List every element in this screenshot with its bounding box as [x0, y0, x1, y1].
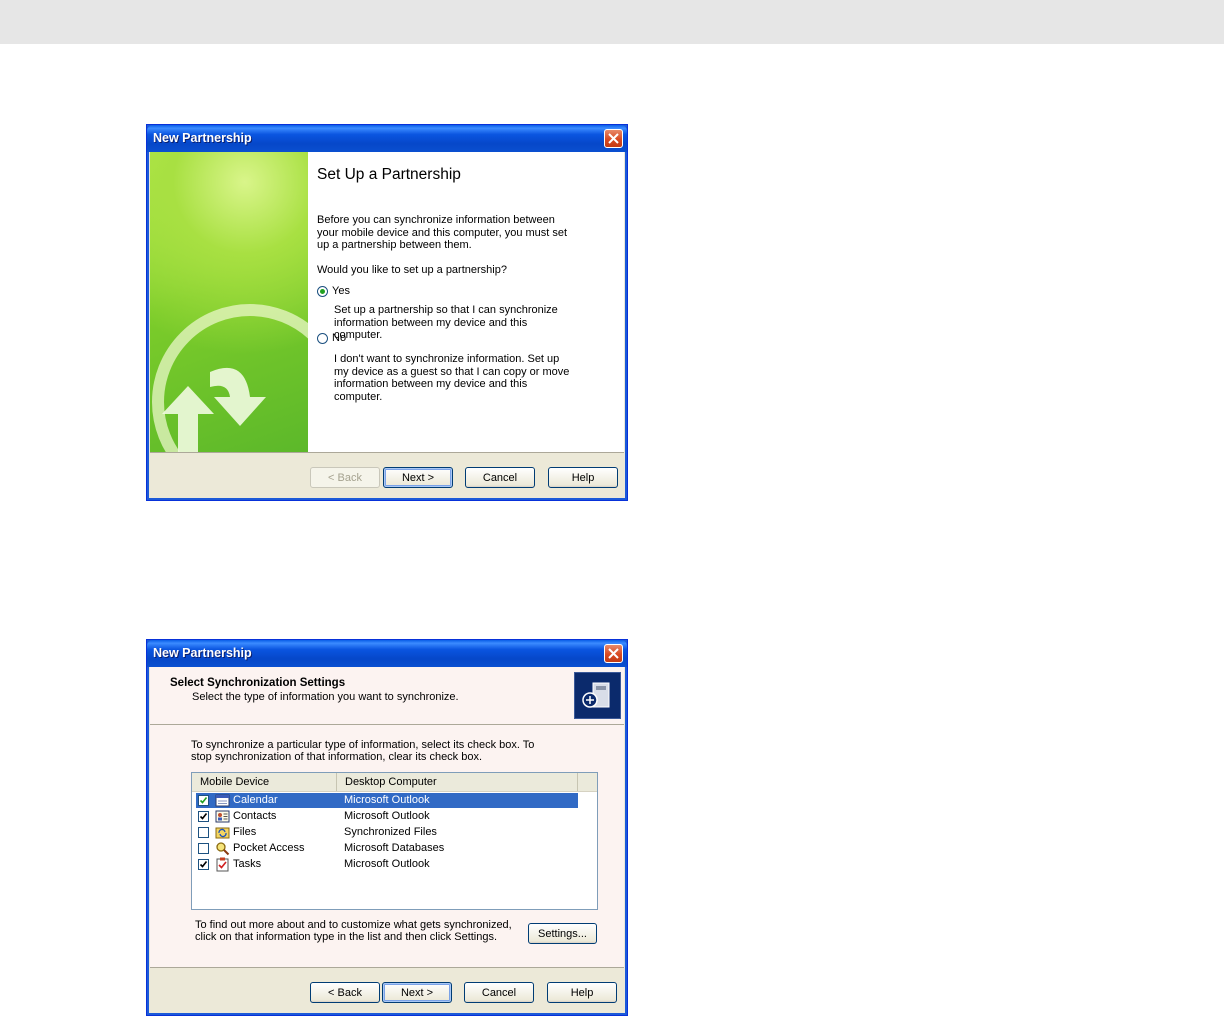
next-button[interactable]: Next > — [383, 467, 453, 488]
close-button[interactable] — [604, 129, 623, 148]
list-row-calendar[interactable]: Calendar Microsoft Outlook — [196, 793, 578, 808]
wizard-content: Set Up a Partnership Before you can sync… — [317, 152, 624, 453]
top-bar — [0, 0, 1224, 44]
wizard-banner-image — [150, 152, 308, 453]
row-desktop: Synchronized Files — [344, 826, 437, 838]
list-row-pocket-access[interactable]: Pocket Access Microsoft Databases — [196, 841, 578, 856]
sync-type-list[interactable]: Mobile Device Desktop Computer Calendar … — [191, 772, 598, 910]
row-desktop: Microsoft Outlook — [344, 858, 430, 870]
wizard-header: Select Synchronization Settings Select t… — [150, 667, 624, 725]
help-button[interactable]: Help — [547, 982, 617, 1003]
radio-yes-description: Set up a partnership so that I can synch… — [334, 304, 558, 341]
checkbox-files[interactable] — [198, 827, 209, 838]
sync-arrows-icon — [152, 304, 308, 453]
close-icon — [608, 133, 619, 144]
dialog-body: Set Up a Partnership Before you can sync… — [150, 152, 624, 453]
radio-no[interactable]: No — [317, 332, 346, 344]
checkbox-contacts[interactable] — [198, 811, 209, 822]
column-header-desktop-computer[interactable]: Desktop Computer — [337, 773, 578, 791]
row-desktop: Microsoft Outlook — [344, 810, 430, 822]
row-name: Calendar — [233, 794, 278, 806]
checkbox-pocket-access[interactable] — [198, 843, 209, 854]
list-row-files[interactable]: Files Synchronized Files — [196, 825, 578, 840]
calendar-icon — [215, 794, 230, 807]
radio-button-unchecked[interactable] — [317, 332, 328, 344]
row-name: Pocket Access — [233, 842, 305, 854]
cancel-button[interactable]: Cancel — [464, 982, 534, 1003]
help-button[interactable]: Help — [548, 467, 618, 488]
list-row-tasks[interactable]: Tasks Microsoft Outlook — [196, 857, 578, 872]
window-title: New Partnership — [153, 131, 252, 145]
button-bar: < Back Next > Cancel Help — [150, 452, 624, 497]
radio-no-description: I don't want to synchronize information.… — [334, 353, 570, 403]
close-button[interactable] — [604, 644, 623, 663]
check-icon — [199, 813, 208, 820]
row-desktop: Microsoft Outlook — [344, 794, 430, 806]
back-button[interactable]: < Back — [310, 982, 380, 1003]
page-title: Set Up a Partnership — [317, 166, 461, 183]
radio-button-checked[interactable] — [317, 285, 328, 297]
radio-yes[interactable]: Yes — [317, 285, 350, 297]
page-subtitle: Select the type of information you want … — [192, 691, 459, 703]
contacts-icon — [215, 810, 230, 823]
cancel-button[interactable]: Cancel — [465, 467, 535, 488]
sync-settings-icon — [574, 672, 621, 719]
column-header-mobile-device[interactable]: Mobile Device — [192, 773, 337, 791]
page-title: Select Synchronization Settings — [170, 677, 346, 689]
radio-no-label: No — [332, 332, 347, 344]
row-name: Files — [233, 826, 257, 838]
intro-text: Before you can synchronize information b… — [317, 214, 568, 251]
next-button[interactable]: Next > — [382, 982, 452, 1003]
settings-button[interactable]: Settings... — [528, 923, 597, 944]
row-desktop: Microsoft Databases — [344, 842, 445, 854]
new-partnership-dialog-setup: New Partnership Set Up a Partnership Bef… — [146, 124, 628, 501]
window-title: New Partnership — [153, 646, 252, 660]
check-icon — [199, 797, 208, 804]
dialog-body: To synchronize a particular type of info… — [150, 725, 624, 968]
button-bar: < Back Next > Cancel Help — [150, 967, 624, 1012]
close-icon — [608, 648, 619, 659]
list-header: Mobile Device Desktop Computer — [192, 773, 597, 792]
check-icon — [199, 861, 208, 868]
radio-yes-label: Yes — [332, 285, 350, 297]
title-bar[interactable]: New Partnership — [147, 640, 627, 667]
question-text: Would you like to set up a partnership? — [317, 264, 507, 276]
checkbox-tasks[interactable] — [198, 859, 209, 870]
pocket-access-icon — [216, 842, 230, 856]
checkbox-calendar[interactable] — [198, 795, 209, 806]
back-button[interactable]: < Back — [310, 467, 380, 488]
new-partnership-dialog-sync-settings: New Partnership Select Synchronization S… — [146, 639, 628, 1016]
row-name: Tasks — [233, 858, 262, 870]
tasks-icon — [216, 857, 229, 872]
list-row-contacts[interactable]: Contacts Microsoft Outlook — [196, 809, 578, 824]
settings-info-text: To find out more about and to customize … — [195, 919, 512, 943]
title-bar[interactable]: New Partnership — [147, 125, 627, 152]
row-name: Contacts — [233, 810, 277, 822]
instructions-text: To synchronize a particular type of info… — [191, 739, 535, 763]
files-icon — [215, 827, 230, 839]
